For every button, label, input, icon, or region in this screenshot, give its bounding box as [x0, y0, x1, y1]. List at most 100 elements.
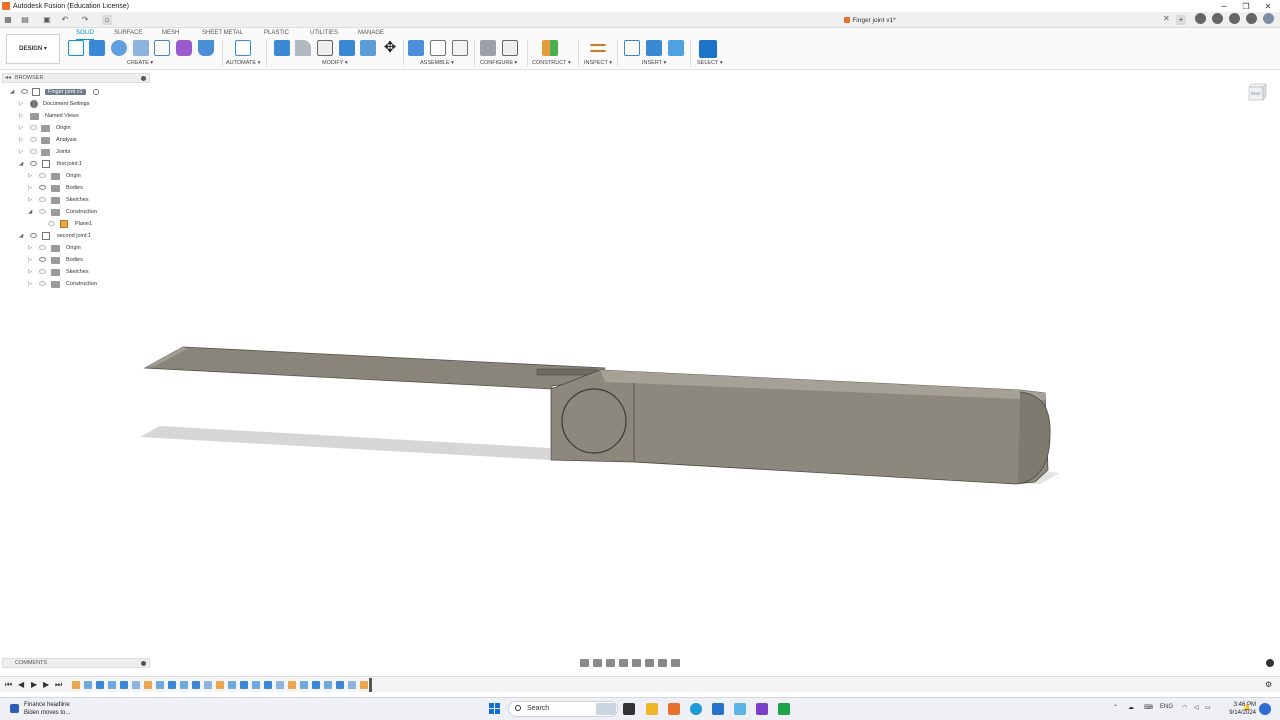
document-tab[interactable]: Finger joint v1* — [560, 14, 1180, 28]
taskbar-widget-icon[interactable] — [596, 703, 616, 715]
snipping-icon[interactable] — [734, 703, 746, 715]
view-cube[interactable]: RIGHT — [1246, 82, 1268, 102]
timeline-play-icon[interactable]: ▶ — [31, 680, 37, 689]
as-built-joint-icon[interactable] — [452, 40, 468, 56]
file-menu-icon[interactable]: ▤ — [20, 15, 30, 25]
combine-icon[interactable] — [339, 40, 355, 56]
tab-mesh[interactable]: MESH — [162, 30, 179, 36]
timeline-feature-icon[interactable] — [264, 681, 272, 689]
timeline-feature-icon[interactable] — [144, 681, 152, 689]
table-icon[interactable] — [502, 40, 518, 56]
select-menu[interactable]: SELECT ▾ — [697, 60, 723, 66]
language-indicator[interactable]: ENG — [1160, 704, 1173, 710]
news-widget[interactable]: Finance headline Biden moves to... — [24, 701, 70, 717]
insert-derive-icon[interactable] — [624, 40, 640, 56]
keyboard-icon[interactable]: ⌨ — [1144, 704, 1153, 711]
tab-manage[interactable]: MANAGE — [358, 30, 384, 36]
insert-menu[interactable]: INSERT ▾ — [642, 60, 666, 66]
select-arrow-icon[interactable] — [699, 40, 717, 58]
maximize-button[interactable]: ❐ — [1235, 0, 1257, 12]
create-form-icon[interactable] — [176, 40, 192, 56]
onedrive-icon[interactable]: ☁ — [1128, 704, 1134, 711]
undo-icon[interactable]: ↶ — [60, 15, 70, 25]
construct-menu[interactable]: CONSTRUCT ▾ — [532, 60, 571, 66]
timeline-feature-icon[interactable] — [84, 681, 92, 689]
timeline-feature-icon[interactable] — [288, 681, 296, 689]
media-icon[interactable] — [756, 703, 768, 715]
grid-menu-icon[interactable]: ▦ — [3, 15, 13, 25]
tab-utilities[interactable]: UTILITIES — [310, 30, 338, 36]
timeline-feature-icon[interactable] — [216, 681, 224, 689]
timeline-feature-icon[interactable] — [204, 681, 212, 689]
tab-sheet-metal[interactable]: SHEET METAL — [202, 30, 243, 36]
hole-icon[interactable] — [133, 40, 149, 56]
timeline-back-icon[interactable]: ◀ — [18, 680, 24, 689]
avatar[interactable] — [1263, 13, 1274, 24]
timeline-feature-icon[interactable] — [240, 681, 248, 689]
chat-icon[interactable] — [1266, 659, 1274, 667]
copilot-icon[interactable] — [1259, 703, 1271, 715]
timeline-feature-icon[interactable] — [192, 681, 200, 689]
timeline-feature-icon[interactable] — [168, 681, 176, 689]
timeline-feature-icon[interactable] — [180, 681, 188, 689]
timeline-forward-icon[interactable]: ▶ — [43, 680, 49, 689]
file-explorer-icon[interactable] — [646, 703, 658, 715]
edge-icon[interactable] — [690, 703, 702, 715]
notification-bell-icon[interactable]: 🔔 — [1243, 704, 1250, 711]
tab-solid[interactable]: SOLID — [76, 30, 94, 36]
timeline-feature-icon[interactable] — [228, 681, 236, 689]
canvas-image-icon[interactable] — [668, 40, 684, 56]
volume-icon[interactable]: ◁ — [1194, 704, 1199, 711]
zoom-icon[interactable] — [619, 658, 628, 667]
timeline-feature-icon[interactable] — [276, 681, 284, 689]
look-at-icon[interactable] — [593, 658, 602, 667]
timeline-feature-icon[interactable] — [72, 681, 80, 689]
extensions-icon[interactable] — [1195, 13, 1206, 24]
help-icon[interactable] — [1246, 13, 1257, 24]
timeline-feature-icon[interactable] — [300, 681, 308, 689]
store-icon[interactable] — [712, 703, 724, 715]
automate-menu[interactable]: AUTOMATE ▾ — [226, 60, 260, 66]
timeline-feature-icon[interactable] — [156, 681, 164, 689]
create-sketch-icon[interactable] — [68, 40, 84, 56]
fusion-taskbar-icon[interactable] — [668, 703, 680, 715]
timeline-feature-icon[interactable] — [108, 681, 116, 689]
start-button[interactable] — [489, 703, 501, 715]
workspace-switcher-button[interactable]: DESIGN ▾ — [6, 34, 60, 64]
configure-icon[interactable] — [480, 40, 496, 56]
fillet-icon[interactable] — [295, 40, 311, 56]
save-icon[interactable]: ▣ — [42, 15, 52, 25]
timeline-feature-icon[interactable] — [360, 681, 368, 689]
tab-plastic[interactable]: PLASTIC — [264, 30, 289, 36]
split-body-icon[interactable] — [360, 40, 376, 56]
timeline-end-icon[interactable]: ⏭ — [55, 680, 62, 690]
timeline-feature-icon[interactable] — [96, 681, 104, 689]
close-tab-icon[interactable]: ✕ — [1163, 14, 1170, 23]
configure-menu[interactable]: CONFIGURE ▾ — [480, 60, 517, 66]
display-settings-icon[interactable] — [645, 658, 654, 667]
viewports-icon[interactable] — [671, 658, 680, 667]
wifi-icon[interactable]: ◠ — [1182, 704, 1187, 711]
timeline-feature-icon[interactable] — [132, 681, 140, 689]
timeline-feature-icon[interactable] — [348, 681, 356, 689]
pattern-icon[interactable] — [154, 40, 170, 56]
minimize-button[interactable]: ─ — [1213, 0, 1235, 12]
grid-settings-icon[interactable] — [658, 658, 667, 667]
revolve-icon[interactable] — [111, 40, 127, 56]
task-view-icon[interactable] — [623, 703, 635, 715]
new-tab-icon[interactable]: + — [1176, 15, 1186, 25]
notifications-icon[interactable] — [1229, 13, 1240, 24]
timeline-feature-icon[interactable] — [120, 681, 128, 689]
close-window-button[interactable]: ✕ — [1257, 0, 1279, 12]
extrude-icon[interactable] — [89, 40, 105, 56]
press-pull-icon[interactable] — [274, 40, 290, 56]
pan-icon[interactable] — [606, 658, 615, 667]
shell-icon[interactable] — [317, 40, 333, 56]
inspect-menu[interactable]: INSPECT ▾ — [584, 60, 612, 66]
tab-surface[interactable]: SURFACE — [114, 30, 142, 36]
timeline-feature-icon[interactable] — [336, 681, 344, 689]
timeline-feature-icon[interactable] — [252, 681, 260, 689]
timeline-settings-icon[interactable]: ⚙ — [1265, 680, 1272, 689]
home-icon[interactable]: ⌂ — [102, 15, 112, 25]
joint-icon[interactable] — [430, 40, 446, 56]
